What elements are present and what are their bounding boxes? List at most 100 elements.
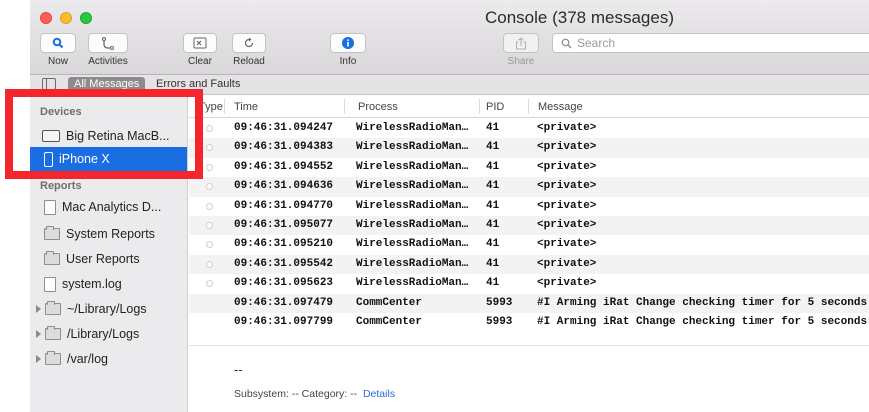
table-row[interactable]: 09:46:31.097799 CommCenter 5993 #I Arming i… [189, 313, 869, 332]
info-button[interactable] [330, 33, 366, 53]
cell-time: 09:46:31.095623 [234, 277, 334, 290]
sidebar-item-user-library-logs[interactable]: ~/Library/Logs [30, 297, 187, 321]
log-level-dot-icon [206, 280, 213, 288]
detail-message: -- [234, 362, 243, 377]
detail-pane: -- Subsystem: -- Category: -- Details [189, 345, 869, 412]
clear-label: Clear [188, 56, 212, 67]
cell-message: <private> [537, 277, 597, 290]
reload-icon [244, 37, 254, 48]
cell-process: WirelessRadioMan… [356, 218, 469, 231]
folder-icon [45, 326, 61, 340]
reload-label: Reload [233, 56, 265, 67]
cell-message: <private> [537, 199, 597, 212]
cell-pid: 41 [486, 141, 500, 154]
disclosure-triangle-icon[interactable] [36, 330, 41, 338]
details-link[interactable]: Details [363, 388, 395, 400]
reports-header: Reports [40, 180, 82, 192]
table-row[interactable]: 09:46:31.097479 CommCenter 5993 #I Arming i… [189, 293, 869, 313]
cell-pid: 5993 [486, 296, 513, 309]
column-message[interactable]: Message [538, 101, 583, 113]
message-table: 09:46:31.094247 WirelessRadioMan… 41 <priva… [189, 119, 869, 332]
column-separator [528, 99, 529, 114]
table-row[interactable]: 09:46:31.094636 WirelessRadioMan… 41 <priva… [189, 177, 869, 197]
cell-time: 09:46:31.095542 [234, 257, 334, 270]
now-button[interactable] [40, 33, 76, 53]
table-row[interactable]: 09:46:31.094383 WirelessRadioMan… 41 <priva… [189, 138, 869, 158]
sidebar-item-label: system.log [62, 277, 122, 291]
cell-time: 09:46:31.094383 [234, 141, 334, 154]
sidebar-item-system-log[interactable]: system.log [30, 272, 187, 296]
column-time[interactable]: Time [234, 101, 258, 113]
disclosure-triangle-icon[interactable] [36, 305, 41, 313]
log-level-dot-icon [206, 202, 213, 210]
cell-message: <private> [537, 122, 597, 134]
cell-process: WirelessRadioMan… [356, 199, 469, 212]
sidebar-item-label: /Library/Logs [67, 327, 140, 341]
cell-process: WirelessRadioMan… [356, 122, 469, 134]
table-row[interactable]: 09:46:31.094247 WirelessRadioMan… 41 <priva… [189, 119, 869, 138]
reload-button[interactable] [232, 33, 266, 53]
cell-pid: 41 [486, 199, 500, 212]
column-separator [479, 99, 480, 114]
document-icon [44, 276, 56, 292]
column-separator [344, 99, 345, 114]
cell-pid: 5993 [486, 315, 513, 328]
cell-time: 09:46:31.095210 [234, 238, 334, 251]
activities-button[interactable] [88, 33, 128, 53]
sidebar-item-library-logs[interactable]: /Library/Logs [30, 322, 187, 346]
column-pid[interactable]: PID [486, 101, 504, 113]
cell-process: CommCenter [356, 315, 423, 328]
activities-label: Activities [88, 56, 128, 67]
zoom-window-button[interactable] [80, 12, 92, 24]
table-row[interactable]: 09:46:31.095623 WirelessRadioMan… 41 <priva… [189, 274, 869, 293]
cell-message: <private> [537, 141, 597, 154]
document-icon [44, 199, 56, 215]
table-row[interactable]: 09:46:31.095210 WirelessRadioMan… 41 <priva… [189, 235, 869, 254]
cell-process: WirelessRadioMan… [356, 238, 469, 251]
log-level-dot-icon [206, 241, 213, 249]
share-icon [516, 36, 526, 49]
cell-pid: 41 [486, 122, 500, 134]
info-label: Info [339, 56, 357, 67]
cell-process: WirelessRadioMan… [356, 160, 469, 173]
window-title: Console (378 messages) [485, 8, 674, 27]
folder-icon [44, 226, 60, 240]
now-label: Now [47, 56, 68, 67]
close-window-button[interactable] [40, 12, 52, 24]
cell-message: #I Arming iRat Change checking timer for… [537, 315, 868, 328]
log-level-dot-icon [206, 183, 213, 191]
column-process[interactable]: Process [358, 101, 398, 113]
table-row[interactable]: 09:46:31.095077 WirelessRadioMan… 41 <priva… [189, 215, 869, 236]
search-icon [561, 38, 572, 48]
cell-pid: 41 [486, 238, 500, 251]
search-input[interactable]: Search [552, 33, 869, 53]
cell-time: 09:46:31.097799 [234, 315, 334, 328]
clear-button[interactable] [183, 33, 217, 53]
log-level-dot-icon [206, 125, 213, 132]
disclosure-triangle-icon[interactable] [36, 355, 41, 363]
clear-icon [193, 37, 207, 49]
sidebar-item-var-log[interactable]: /var/log [30, 347, 187, 371]
table-row[interactable]: 09:46:31.094552 WirelessRadioMan… 41 <priva… [189, 158, 869, 177]
cell-pid: 41 [486, 257, 500, 270]
cell-process: CommCenter [356, 296, 423, 309]
table-row[interactable]: 09:46:31.095542 WirelessRadioMan… 41 <priva… [189, 254, 869, 275]
cell-message: <private> [537, 160, 597, 173]
cell-message: #I Arming iRat Change checking timer for… [537, 296, 868, 309]
sidebar-item-user-reports[interactable]: User Reports [30, 247, 187, 271]
toolbar: Console (378 messages) Now Activities Cl… [30, 0, 869, 75]
column-separator [224, 99, 225, 114]
sidebar-item-label: System Reports [66, 227, 155, 241]
share-button[interactable] [503, 33, 539, 53]
folder-icon [45, 351, 61, 365]
minimize-window-button[interactable] [60, 12, 72, 24]
cell-message: <private> [537, 257, 597, 270]
sidebar-item-mac-analytics[interactable]: Mac Analytics D... [30, 195, 187, 219]
log-level-dot-icon [206, 260, 213, 268]
cell-time: 09:46:31.097479 [234, 296, 334, 309]
log-level-dot-icon [206, 163, 213, 171]
table-row[interactable]: 09:46:31.094770 WirelessRadioMan… 41 <priva… [189, 197, 869, 216]
sidebar-item-system-reports[interactable]: System Reports [30, 222, 187, 246]
cell-time: 09:46:31.094636 [234, 180, 334, 193]
sidebar-item-label: /var/log [67, 352, 108, 366]
